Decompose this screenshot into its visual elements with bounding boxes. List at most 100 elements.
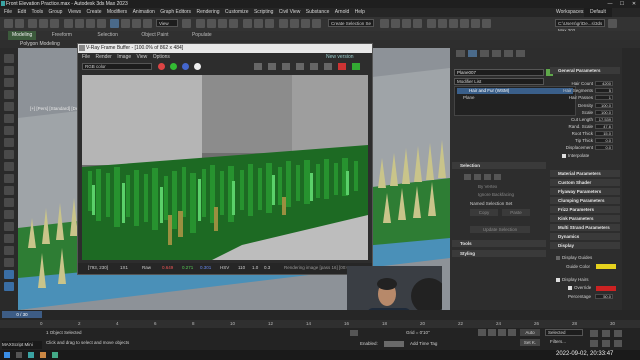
spinner-snap-icon[interactable] — [229, 19, 238, 28]
zoom-icon[interactable] — [590, 330, 598, 337]
param-root-thick-spinner[interactable]: 15.0 — [595, 131, 613, 136]
vray-fb-icon[interactable] — [449, 19, 458, 28]
display-guides-checkbox[interactable] — [556, 256, 560, 260]
general-parameters-rollout[interactable]: General Parameters — [550, 67, 620, 74]
enabled-toggle[interactable] — [384, 341, 404, 347]
tool-icon-9[interactable] — [4, 150, 14, 159]
close-button[interactable]: ✕ — [628, 0, 640, 8]
fov-icon[interactable] — [602, 340, 610, 347]
edit-named-selection-icon[interactable] — [243, 19, 252, 28]
polygon-modeling-label[interactable]: Polygon Modeling — [20, 40, 60, 48]
select-by-name-icon[interactable] — [75, 19, 84, 28]
clumping-parameters-rollout[interactable]: Clumping Parameters — [550, 197, 620, 204]
multi-strand-parameters-rollout[interactable]: Multi Strand Parameters — [550, 224, 620, 231]
unlink-icon[interactable] — [39, 19, 48, 28]
vray-lister-icon[interactable] — [471, 19, 480, 28]
key-filters-button[interactable]: Filters... — [550, 339, 566, 344]
menu-substance[interactable]: Substance — [306, 8, 330, 17]
next-frame-icon[interactable] — [508, 329, 516, 336]
custom-shader-rollout[interactable]: Custom Shader — [550, 179, 620, 186]
tool-icon-13[interactable] — [4, 198, 14, 207]
key-selection-dropdown[interactable]: Selected — [545, 329, 583, 336]
tool-icon-3[interactable] — [4, 78, 14, 87]
menu-animation[interactable]: Animation — [133, 8, 155, 17]
param-tip-thick-spinner[interactable]: 0.0 — [595, 138, 613, 143]
start-render-icon[interactable] — [352, 63, 360, 70]
tool-icon-19[interactable] — [4, 270, 14, 279]
percent-snap-icon[interactable] — [218, 19, 227, 28]
menu-customize[interactable]: Customize — [225, 8, 249, 17]
motion-tab-icon[interactable] — [492, 50, 501, 57]
object-name-field[interactable]: Plane007 — [454, 69, 544, 76]
menu-create[interactable]: Create — [86, 8, 101, 17]
play-icon[interactable] — [498, 329, 506, 336]
tool-icon-15[interactable] — [4, 222, 14, 231]
history-icon[interactable] — [310, 63, 318, 70]
track-bar[interactable]: 0 2 4 6 8 10 12 14 16 18 20 22 24 26 28 30 — [0, 320, 640, 328]
modifier-list-dropdown[interactable]: Modifier List — [454, 78, 544, 85]
time-slider-thumb[interactable]: 0 / 30 — [2, 311, 42, 318]
param-hair-count-spinner[interactable]: 4200 — [595, 81, 613, 86]
vfb-menu-image[interactable]: Image — [117, 54, 131, 60]
update-selection-button[interactable]: Update Selection — [470, 226, 530, 233]
render-production-icon[interactable] — [413, 19, 422, 28]
vfb-sample-mode[interactable]: 1X1 — [120, 265, 128, 270]
menu-modifiers[interactable]: Modifiers — [107, 8, 127, 17]
go-to-start-icon[interactable] — [478, 329, 486, 336]
vfb-menu-view[interactable]: View — [137, 54, 148, 60]
zoom-all-icon[interactable] — [602, 330, 610, 337]
tool-icon-16[interactable] — [4, 234, 14, 243]
auto-key-button[interactable]: Auto — [520, 329, 540, 336]
mirror-icon[interactable] — [254, 19, 263, 28]
frizz-parameters-rollout[interactable]: Frizz Parameters — [550, 206, 620, 213]
tool-icon-17[interactable] — [4, 246, 14, 255]
menu-tools[interactable]: Tools — [31, 8, 43, 17]
display-rollout[interactable]: Display — [550, 242, 620, 249]
menu-edit[interactable]: Edit — [17, 8, 26, 17]
curve-editor-icon[interactable] — [301, 19, 310, 28]
flyaway-parameters-rollout[interactable]: Flyaway Parameters — [550, 188, 620, 195]
move-icon[interactable] — [110, 19, 119, 28]
guide-color-swatch[interactable] — [596, 264, 616, 269]
param-density-spinner[interactable]: 100.0 — [595, 103, 613, 108]
vfb-channel-dropdown[interactable]: RGB color — [82, 63, 152, 70]
tab-populate[interactable]: Populate — [192, 31, 212, 40]
align-icon[interactable] — [265, 19, 274, 28]
styling-rollout[interactable]: Styling — [452, 250, 546, 257]
tool-icon-10[interactable] — [4, 162, 14, 171]
tool-icon-4[interactable] — [4, 90, 14, 99]
menu-group[interactable]: Group — [49, 8, 63, 17]
menu-graph-editors[interactable]: Graph Editors — [160, 8, 191, 17]
override-checkbox[interactable] — [568, 286, 572, 290]
tab-object-paint[interactable]: Object Paint — [141, 31, 168, 40]
param-cut-length-spinner[interactable]: 17.539 — [595, 117, 613, 122]
face-icon[interactable] — [474, 174, 481, 180]
alpha-channel-icon[interactable] — [194, 63, 201, 70]
save-image-icon[interactable] — [254, 63, 262, 70]
previous-frame-icon[interactable] — [488, 329, 496, 336]
vfb-menu-file[interactable]: File — [82, 54, 90, 60]
vray-icon[interactable] — [427, 19, 436, 28]
display-tab-icon[interactable] — [504, 50, 513, 57]
project-path[interactable]: C:\Users\gr\De...s\3ds Max 202 — [555, 19, 605, 33]
start-icon[interactable] — [4, 352, 10, 358]
toggle-ribbon-icon[interactable] — [290, 19, 299, 28]
utilities-tab-icon[interactable] — [516, 50, 525, 57]
display-hairs-checkbox[interactable] — [556, 278, 560, 282]
tool-icon-5[interactable] — [4, 102, 14, 111]
tool-icon-2[interactable] — [4, 66, 14, 75]
time-slider[interactable]: 0 / 30 — [0, 310, 640, 320]
rotate-icon[interactable] — [121, 19, 130, 28]
tool-icon-12[interactable] — [4, 186, 14, 195]
red-channel-icon[interactable] — [158, 63, 165, 70]
stop-render-icon[interactable] — [338, 63, 346, 70]
kink-parameters-rollout[interactable]: Kink Parameters — [550, 215, 620, 222]
pivot-icon[interactable] — [182, 19, 191, 28]
minimize-button[interactable]: — — [604, 0, 616, 8]
orbit-icon[interactable] — [614, 330, 622, 337]
vfb-render-image[interactable] — [82, 75, 368, 260]
param-scale-spinner[interactable]: 100.0 — [595, 110, 613, 115]
vray-render-icon[interactable] — [438, 19, 447, 28]
scale-icon[interactable] — [132, 19, 141, 28]
layer-explorer-icon[interactable] — [279, 19, 288, 28]
